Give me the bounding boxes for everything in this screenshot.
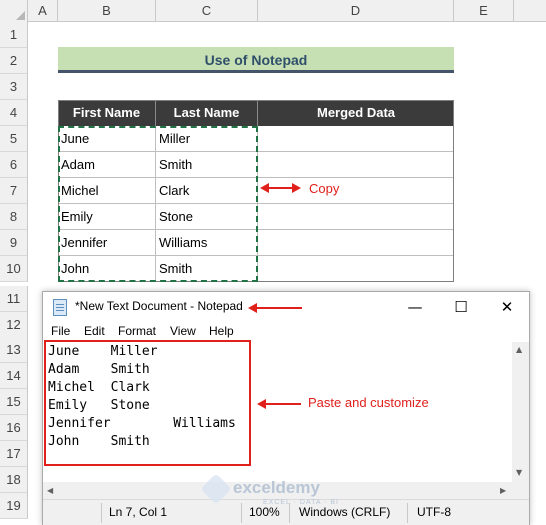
notepad-line: John Smith <box>48 434 150 449</box>
maximize-button[interactable]: ☐ <box>438 292 484 322</box>
cell-merged-data[interactable] <box>258 152 454 178</box>
cell-first-name[interactable]: Emily <box>58 204 156 230</box>
notepad-line: June Miller <box>48 344 158 359</box>
notepad-line: Emily Stone <box>48 398 150 413</box>
menu-help[interactable]: Help <box>209 324 234 338</box>
scroll-right-icon[interactable]: ▶ <box>500 486 506 495</box>
status-zoom: 100% <box>249 505 280 519</box>
select-all-corner[interactable] <box>0 0 28 22</box>
copy-arrow <box>268 187 292 189</box>
row-header-7[interactable]: 7 <box>0 178 28 204</box>
row-header-9[interactable]: 9 <box>0 230 28 256</box>
scroll-up-icon[interactable]: ▲ <box>516 345 522 354</box>
minimize-button[interactable]: — <box>392 292 438 322</box>
paste-label: Paste and customize <box>308 395 429 410</box>
menu-edit[interactable]: Edit <box>84 324 105 338</box>
menu-view[interactable]: View <box>170 324 196 338</box>
cell-last-name[interactable]: Williams <box>156 230 258 256</box>
cell-first-name[interactable]: Adam <box>58 152 156 178</box>
scroll-left-icon[interactable]: ◀ <box>47 486 53 495</box>
watermark-name: exceldemy <box>233 478 320 497</box>
header-first-name[interactable]: First Name <box>58 100 156 126</box>
column-header-b[interactable]: B <box>58 0 156 22</box>
row-header-13[interactable]: 13 <box>0 337 28 363</box>
watermark-tagline: EXCEL · DATA · BI <box>263 499 339 506</box>
cell-first-name[interactable]: Michel <box>58 178 156 204</box>
cell-merged-data[interactable] <box>258 204 454 230</box>
notepad-icon <box>53 299 67 316</box>
row-header-5[interactable]: 5 <box>0 126 28 152</box>
copy-label: Copy <box>309 181 340 196</box>
row-header-19[interactable]: 19 <box>0 493 28 519</box>
notepad-menu-bar: File Edit Format View Help <box>43 322 529 342</box>
menu-file[interactable]: File <box>51 324 70 338</box>
paste-arrow-head <box>257 399 266 409</box>
row-header-3[interactable]: 3 <box>0 74 28 100</box>
notepad-line: Adam Smith <box>48 362 150 377</box>
cell-merged-data[interactable] <box>258 256 454 282</box>
title-arrow <box>256 307 302 309</box>
column-header-e[interactable]: E <box>454 0 514 22</box>
status-line-ending: Windows (CRLF) <box>299 505 391 519</box>
notepad-line: Jennifer Williams <box>48 416 236 431</box>
row-header-18[interactable]: 18 <box>0 467 28 493</box>
cell-first-name[interactable]: June <box>58 126 156 152</box>
cell-first-name[interactable]: John <box>58 256 156 282</box>
menu-format[interactable]: Format <box>118 324 156 338</box>
row-header-16[interactable]: 16 <box>0 415 28 441</box>
cell-merged-data[interactable] <box>258 178 454 204</box>
column-header-d[interactable]: D <box>258 0 454 22</box>
cell-merged-data[interactable] <box>258 126 454 152</box>
vertical-scrollbar[interactable]: ▲ ▼ <box>512 342 529 482</box>
cell-merged-data[interactable] <box>258 230 454 256</box>
row-header-15[interactable]: 15 <box>0 389 28 415</box>
close-button[interactable]: ✕ <box>484 292 530 322</box>
status-encoding: UTF-8 <box>417 505 451 519</box>
copy-arrow-right-head <box>292 183 301 193</box>
header-last-name[interactable]: Last Name <box>156 100 258 126</box>
cell-last-name[interactable]: Stone <box>156 204 258 230</box>
row-header-12[interactable]: 12 <box>0 312 28 338</box>
title-arrow-head <box>248 303 257 313</box>
row-header-8[interactable]: 8 <box>0 204 28 230</box>
paste-arrow <box>265 403 301 405</box>
column-header-c[interactable]: C <box>156 0 258 22</box>
row-header-11[interactable]: 11 <box>0 286 28 312</box>
copy-arrow-left-head <box>260 183 269 193</box>
row-header-6[interactable]: 6 <box>0 152 28 178</box>
column-header-bar: A B C D E <box>0 0 546 22</box>
row-header-17[interactable]: 17 <box>0 441 28 467</box>
notepad-title: *New Text Document - Notepad <box>75 299 243 313</box>
sheet-title[interactable]: Use of Notepad <box>58 47 454 73</box>
scrollbar-corner <box>512 482 529 499</box>
column-header-a[interactable]: A <box>28 0 58 22</box>
status-position: Ln 7, Col 1 <box>109 505 168 519</box>
notepad-text-area[interactable]: June Miller Adam Smith Michel Clark Emil… <box>43 342 513 482</box>
cell-first-name[interactable]: Jennifer <box>58 230 156 256</box>
cell-last-name[interactable]: Miller <box>156 126 258 152</box>
row-header-14[interactable]: 14 <box>0 363 28 389</box>
row-header-2[interactable]: 2 <box>0 48 28 74</box>
scroll-down-icon[interactable]: ▼ <box>516 468 522 477</box>
cell-last-name[interactable]: Smith <box>156 152 258 178</box>
notepad-line: Michel Clark <box>48 380 150 395</box>
header-merged-data[interactable]: Merged Data <box>258 100 454 126</box>
cell-last-name[interactable]: Smith <box>156 256 258 282</box>
cell-last-name[interactable]: Clark <box>156 178 258 204</box>
row-header-4[interactable]: 4 <box>0 100 28 126</box>
row-header-10[interactable]: 10 <box>0 256 28 282</box>
row-header-1[interactable]: 1 <box>0 22 28 48</box>
